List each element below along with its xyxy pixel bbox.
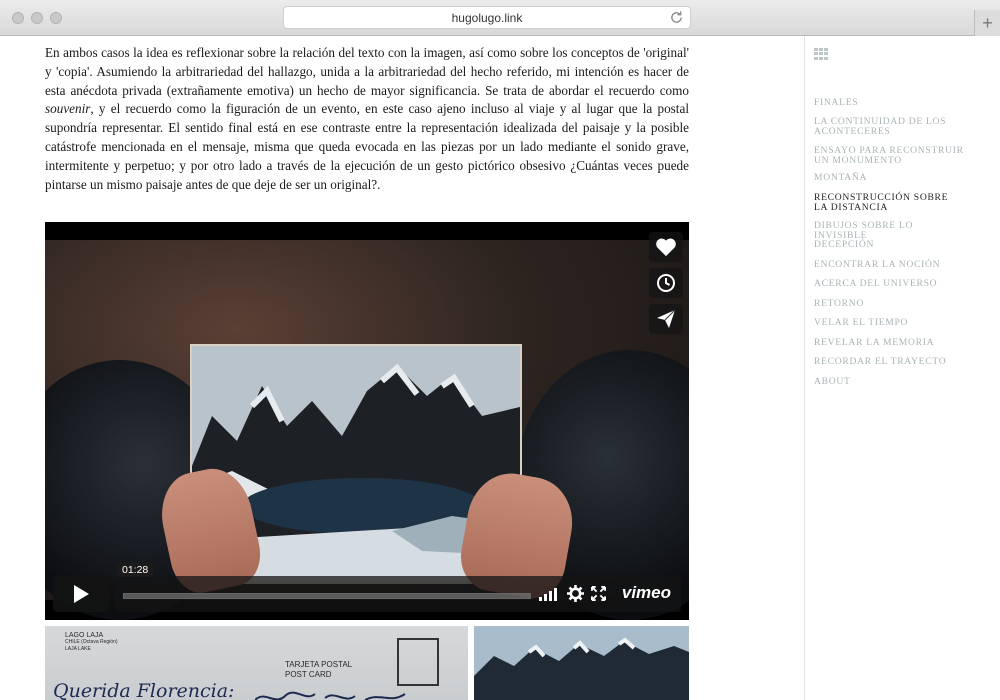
sidebar-item-11[interactable]: REVELAR LA MEMORIA — [814, 338, 964, 348]
volume-icon[interactable] — [539, 587, 561, 601]
play-button[interactable] — [53, 576, 109, 612]
sidebar-item-10[interactable]: VELAR EL TIEMPO — [814, 318, 964, 328]
article-text-part1: En ambos casos la idea es reflexionar so… — [45, 45, 689, 98]
sidebar-item-8[interactable]: ACERCA DEL UNIVERSO — [814, 279, 964, 289]
sidebar-item-12[interactable]: RECORDAR EL TRAYECTO — [814, 357, 964, 367]
control-bar: vimeo — [115, 576, 681, 612]
sidebar-item-7[interactable]: ENCONTRAR LA NOCIÓN — [814, 260, 964, 270]
postcard-back-image[interactable]: LAGO LAJA CHILE (Octava Región) LAJA LAK… — [45, 626, 468, 700]
postcard-place-line2: CHILE (Octava Región) — [65, 639, 118, 645]
postcard-label: TARJETA POSTAL POST CARD — [285, 660, 352, 680]
clock-icon — [657, 274, 675, 292]
share-button[interactable] — [649, 304, 683, 334]
painted-mountains — [474, 626, 689, 700]
like-button[interactable] — [649, 232, 683, 262]
video-time: 01:28 — [117, 563, 154, 577]
sidebar-item-0[interactable]: FINALES — [814, 98, 964, 108]
painting-image[interactable] — [474, 626, 689, 700]
article-paragraph: En ambos casos la idea es reflexionar so… — [45, 44, 689, 194]
paper-plane-icon — [657, 309, 676, 328]
video-controls: vimeo 01:28 — [53, 563, 681, 612]
window-controls — [12, 12, 62, 24]
video-player[interactable]: vimeo 01:28 — [45, 222, 689, 620]
minimize-window-button[interactable] — [31, 12, 43, 24]
postcard-label-line1: TARJETA POSTAL — [285, 660, 353, 669]
sidebar-item-6[interactable]: DECEPCIÓN — [814, 240, 964, 250]
stamp-box — [397, 638, 439, 686]
sidebar-divider — [804, 36, 805, 700]
sidebar-item-4[interactable]: RECONSTRUCCIÓN SOBRE LA DISTANCIA — [814, 193, 964, 213]
new-tab-button[interactable]: + — [974, 10, 1000, 36]
handwriting-scribble — [255, 691, 406, 700]
address-bar[interactable]: hugolugo.link — [283, 6, 691, 29]
zoom-window-button[interactable] — [50, 12, 62, 24]
postcard-place: LAGO LAJA CHILE (Octava Región) LAJA LAK… — [65, 632, 118, 653]
article-text-part2: , y el recuerdo como la figuración de un… — [45, 101, 689, 192]
grid-menu-icon[interactable] — [814, 48, 828, 60]
postcard-place-line3: LAJA LAKE — [65, 646, 91, 652]
postcard-greeting: Querida Florencia: — [53, 680, 235, 700]
sidebar-item-9[interactable]: RETORNO — [814, 299, 964, 309]
vimeo-logo[interactable]: vimeo — [622, 583, 671, 603]
sidebar-item-3[interactable]: MONTAÑA — [814, 173, 964, 183]
close-window-button[interactable] — [12, 12, 24, 24]
postcard-place-line1: LAGO LAJA — [65, 632, 104, 639]
play-icon — [74, 585, 89, 603]
plus-icon: + — [982, 12, 993, 33]
reload-icon[interactable] — [669, 10, 684, 25]
settings-gear-icon[interactable] — [567, 585, 584, 602]
video-frame[interactable] — [45, 240, 689, 620]
browser-chrome: hugolugo.link + — [0, 0, 1000, 36]
url-text: hugolugo.link — [451, 10, 523, 25]
postcard-label-line2: POST CARD — [285, 670, 332, 679]
sidebar-item-2[interactable]: ENSAYO PARA RECONSTRUIR UN MONUMENTO — [814, 146, 964, 166]
heart-icon — [656, 238, 676, 257]
article-emphasis: souvenir — [45, 101, 91, 117]
watch-later-button[interactable] — [649, 268, 683, 298]
progress-track[interactable] — [123, 593, 531, 599]
fullscreen-icon[interactable] — [591, 586, 606, 601]
sidebar-item-1[interactable]: LA CONTINUIDAD DE LOS ACONTECERES — [814, 117, 964, 137]
sidebar-item-13[interactable]: ABOUT — [814, 377, 964, 387]
sidebar-item-5[interactable]: DIBUJOS SOBRE LO INVISIBLE — [814, 221, 964, 241]
